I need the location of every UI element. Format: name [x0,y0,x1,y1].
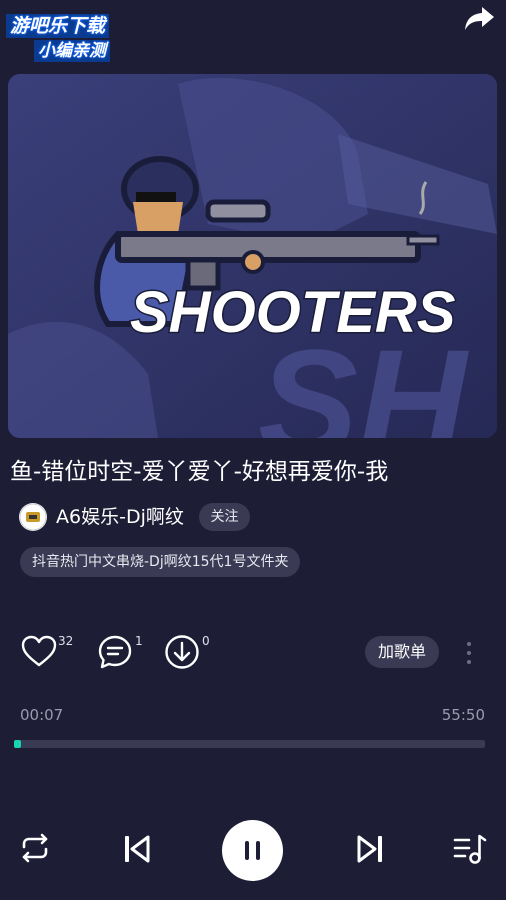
watermark-logo: 游吧乐下载 小编亲测 [6,8,148,66]
like-icon[interactable] [21,634,57,670]
pause-button[interactable] [222,820,283,881]
song-title-container: 鱼-错位时空-爱丫爱丫-好想再爱你-我 [0,454,506,490]
watermark-line1: 游吧乐下载 [6,14,110,38]
follow-button[interactable]: 关注 [199,503,250,531]
pause-icon [245,841,260,860]
playlist-icon[interactable] [453,832,487,870]
artist-name[interactable]: A6娱乐-Dj啊纹 [56,503,184,531]
download-icon[interactable] [164,634,200,670]
artist-avatar[interactable] [19,503,47,531]
repeat-icon[interactable] [18,833,52,867]
next-track-icon[interactable] [355,834,385,868]
current-time: 00:07 [20,706,64,724]
progress-bar[interactable] [14,740,485,748]
watermark-line2: 小编亲测 [34,40,110,62]
album-cover: SH SHOOTERS [8,74,497,438]
add-to-playlist-button[interactable]: 加歌单 [365,636,439,668]
folder-tag[interactable]: 抖音热门中文串烧-Dj啊纹15代1号文件夹 [20,547,301,577]
previous-track-icon[interactable] [122,834,152,868]
like-count: 32 [58,634,74,648]
cover-logo-text: SHOOTERS [130,280,456,345]
more-options-icon[interactable] [460,640,478,666]
comment-icon[interactable] [97,634,133,670]
share-icon[interactable] [462,4,496,34]
total-time: 55:50 [441,706,485,724]
comment-count: 1 [135,634,143,648]
progress-fill [14,740,22,748]
song-title: 鱼-错位时空-爱丫爱丫-好想再爱你-我 [10,459,389,485]
download-count: 0 [202,634,210,648]
